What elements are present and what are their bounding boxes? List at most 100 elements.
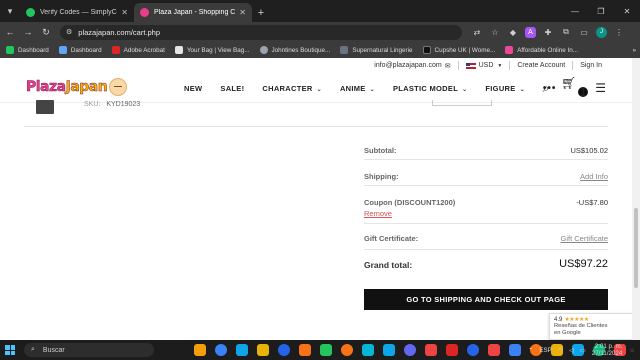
remove-coupon-link[interactable]: Remove — [364, 209, 392, 218]
page-scrollbar[interactable] — [632, 58, 640, 340]
close-window-icon[interactable]: ✕ — [614, 0, 640, 22]
close-tab-icon[interactable]: ✕ — [121, 8, 128, 17]
reload-icon[interactable]: ↻ — [38, 24, 54, 40]
taskbar-app-icon[interactable] — [404, 344, 416, 356]
taskbar-app-icon[interactable] — [488, 344, 500, 356]
nav-character[interactable]: CHARACTER ⌄ — [262, 84, 322, 93]
nav-new[interactable]: NEW — [184, 84, 202, 93]
shipping-label: Shipping: — [364, 172, 399, 181]
bookmark-item[interactable]: Affordable Online In... — [505, 46, 578, 54]
search-icon[interactable]: ⌕ — [543, 81, 550, 96]
hamburger-menu-icon[interactable]: ☰ — [595, 81, 606, 95]
bookmarks-bar: Dashboard Dashboard Adobe Acrobat Your B… — [0, 42, 640, 58]
back-icon[interactable]: ← — [2, 24, 18, 40]
add-shipping-info-link[interactable]: Add Info — [580, 172, 608, 181]
taskbar-app-icon[interactable] — [467, 344, 479, 356]
window-controls: — ❐ ✕ — [562, 0, 640, 22]
taskbar-search[interactable]: ⌕ Buscar — [24, 343, 154, 357]
profile-avatar[interactable]: J — [596, 26, 607, 38]
wifi-icon[interactable]: ◠ — [558, 347, 563, 354]
translate-icon[interactable]: ⇄ — [468, 24, 486, 40]
nav-sale[interactable]: SALE! — [220, 84, 244, 93]
taskbar-app-icon[interactable] — [236, 344, 248, 356]
extension-a-icon[interactable]: A — [525, 26, 536, 38]
windows-taskbar: ⌕ Buscar ⌃ ESP ◠ ◁ ▭ 2:01 p. m. 27/11/20… — [0, 340, 640, 360]
simplycodes-favicon-icon — [26, 8, 35, 17]
bookmark-item[interactable]: Cupshe UK | Wome... — [422, 46, 495, 54]
nav-plastic-model[interactable]: PLASTIC MODEL ⌄ — [393, 84, 467, 93]
taskbar-app-icon[interactable] — [320, 344, 332, 356]
site-info-icon[interactable]: ⚙ — [66, 28, 72, 36]
checkout-button[interactable]: GO TO SHIPPING AND CHECK OUT PAGE — [364, 289, 608, 310]
taskbar-app-icon[interactable] — [383, 344, 395, 356]
battery-icon[interactable]: ▭ — [580, 347, 586, 354]
bookmark-favicon-icon — [6, 46, 14, 54]
taskbar-app-icon[interactable] — [194, 344, 206, 356]
bookmark-item[interactable]: Adobe Acrobat — [111, 46, 165, 54]
bookmark-favicon-icon — [58, 46, 67, 54]
address-bar[interactable]: ⚙ plazajapan.com/cart.php — [60, 24, 462, 40]
plazajapan-logo[interactable]: PlazaJapan — [26, 75, 130, 99]
system-tray: ⌃ ESP ◠ ◁ ▭ 2:01 p. m. 27/11/2024 ◌ — [528, 340, 640, 360]
url-text: plazajapan.com/cart.php — [78, 27, 160, 37]
bookmark-item[interactable]: Johntines Boutique... — [259, 46, 330, 54]
bookmark-favicon-icon — [111, 46, 120, 54]
taskbar-app-icon[interactable] — [509, 344, 521, 356]
tray-chevron-icon[interactable]: ⌃ — [528, 347, 533, 354]
taskbar-app-icon[interactable] — [299, 344, 311, 356]
close-tab-icon[interactable]: ✕ — [239, 8, 246, 17]
extension-icon[interactable]: ◆ — [504, 24, 522, 40]
create-account-link[interactable]: Create Account — [517, 62, 565, 69]
subtotal-value: US$105.02 — [570, 146, 608, 155]
coupon-label: Coupon (DISCOUNT1200) — [364, 198, 456, 207]
bookmark-item[interactable]: Dashboard — [6, 46, 49, 54]
taskbar-app-icon[interactable] — [341, 344, 353, 356]
notifications-icon[interactable]: ◌ — [630, 347, 634, 354]
bookmark-favicon-icon — [340, 46, 349, 54]
forward-icon[interactable]: → — [20, 24, 36, 40]
volume-icon[interactable]: ◁ — [569, 347, 574, 354]
gift-certificate-link[interactable]: Gift Certificate — [560, 234, 608, 243]
all-bookmarks-folder-icon[interactable]: » — [632, 42, 636, 58]
contact-email[interactable]: info@plazajapan.com — [374, 62, 441, 69]
bookmark-item[interactable]: Supernatural Lingerie — [340, 46, 413, 54]
nav-figure[interactable]: FIGURE ⌄ — [485, 84, 524, 93]
cart-count-badge: 1 — [578, 85, 589, 99]
sidebar-icon[interactable]: ▭ — [575, 24, 593, 40]
sign-in-link[interactable]: Sign In — [580, 62, 602, 69]
google-reviews-badge[interactable]: 4.9 ★★★★★ Reseñas de Clientes en Google — [549, 313, 632, 340]
language-indicator[interactable]: ESP — [539, 347, 551, 354]
maximize-icon[interactable]: ❐ — [588, 0, 614, 22]
taskbar-app-icon[interactable] — [362, 344, 374, 356]
taskbar-app-icon[interactable] — [446, 344, 458, 356]
tab-plazajapan[interactable]: Plaza Japan - Shopping Cart ✕ — [134, 3, 252, 22]
extension-icon-2[interactable]: ✚ — [539, 24, 557, 40]
taskbar-app-icon[interactable] — [425, 344, 437, 356]
quantity-stepper[interactable] — [432, 100, 492, 106]
bookmark-favicon-icon — [422, 46, 431, 54]
category-menu: NEW SALE! CHARACTER ⌄ ANIME ⌄ PLASTIC MODE… — [184, 73, 556, 103]
new-tab-button[interactable]: + — [252, 3, 270, 22]
start-button[interactable] — [0, 340, 20, 360]
product-thumbnail[interactable] — [36, 100, 54, 114]
minimize-icon[interactable]: — — [562, 0, 588, 22]
tab-search-icon[interactable]: ▾ — [0, 0, 20, 22]
taskbar-app-icon[interactable] — [257, 344, 269, 356]
clock[interactable]: 2:01 p. m. 27/11/2024 — [592, 343, 623, 357]
nav-anime[interactable]: ANIME ⌄ — [340, 84, 375, 93]
taskbar-app-icon[interactable] — [278, 344, 290, 356]
extensions-puzzle-icon[interactable]: ⧉ — [557, 24, 575, 40]
tab-simplycodes[interactable]: Verify Codes — SimplyCodes ✕ — [20, 3, 134, 22]
cart-icon[interactable]: 🛒︎ 1 — [561, 76, 589, 100]
taskbar-app-icon[interactable] — [215, 344, 227, 356]
logo-text: PlazaJapan — [26, 79, 108, 96]
bookmark-item[interactable]: Your Bag | View Bag... — [174, 46, 250, 54]
browser-menu-icon[interactable]: ⋮ — [610, 24, 628, 40]
toolbar-icons: ⇄ ☆ ◆ A ✚ ⧉ ▭ J ⋮ — [468, 24, 628, 40]
bookmark-star-icon[interactable]: ☆ — [486, 24, 504, 40]
currency-selector[interactable]: USD — [479, 62, 494, 69]
scrollbar-thumb[interactable] — [634, 208, 638, 288]
rating-value: 4.9 — [554, 316, 563, 323]
bookmark-item[interactable]: Dashboard — [58, 46, 102, 54]
divider — [572, 61, 574, 70]
